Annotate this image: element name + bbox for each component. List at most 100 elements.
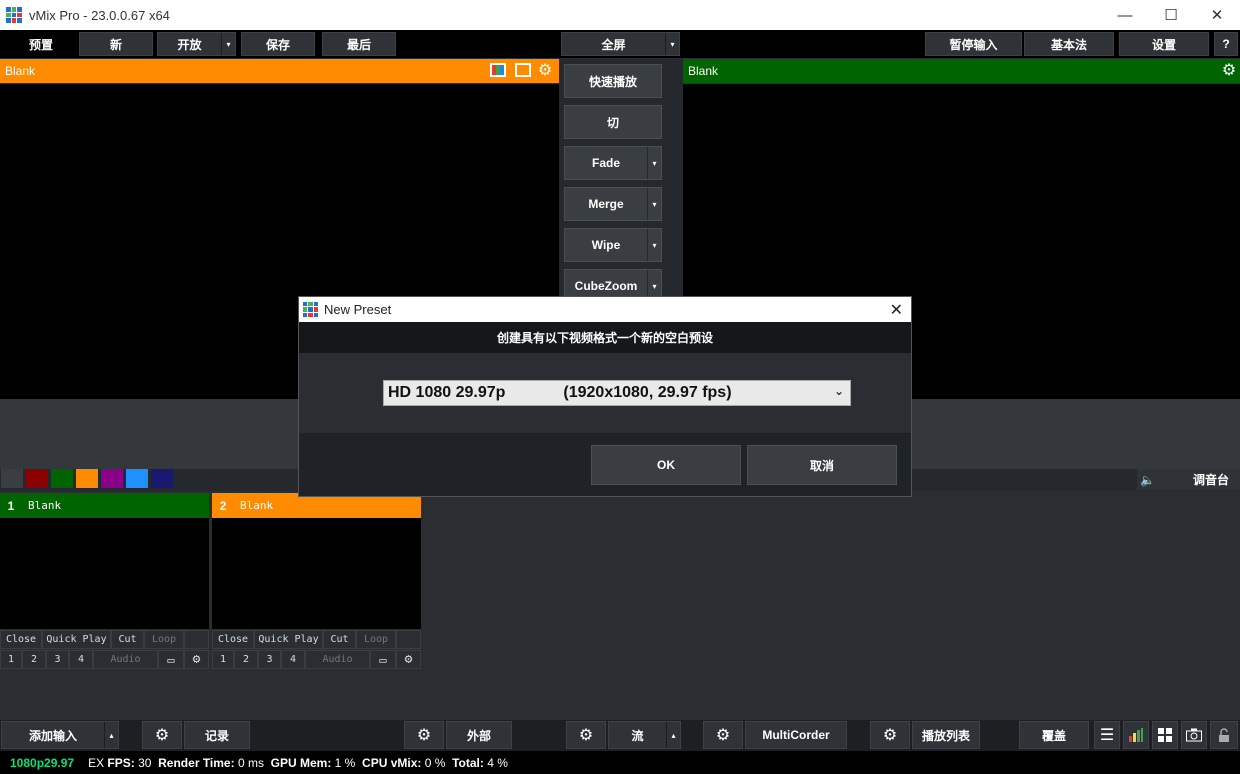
- cut-button[interactable]: 切: [564, 105, 662, 139]
- color-swatch[interactable]: [26, 469, 48, 488]
- fade-button[interactable]: Fade ▾: [564, 146, 662, 180]
- stream-settings-gear-icon[interactable]: ⚙: [566, 721, 606, 749]
- overlay-4-button[interactable]: 4: [69, 650, 93, 669]
- color-swatch[interactable]: [76, 469, 98, 488]
- save-button[interactable]: 保存: [241, 32, 315, 56]
- overlay-1-button[interactable]: 1: [0, 650, 22, 669]
- input-gear-icon[interactable]: ⚙: [184, 650, 209, 669]
- minimize-button[interactable]: —: [1102, 0, 1148, 30]
- cpu-label: CPU vMix:: [362, 755, 422, 770]
- input-loop-button[interactable]: Loop: [144, 630, 184, 649]
- audio-meter-icon[interactable]: [1123, 721, 1149, 749]
- fps-label: FPS:: [107, 755, 135, 770]
- color-swatch[interactable]: [51, 469, 73, 488]
- merge-label: Merge: [588, 197, 624, 211]
- overlay-3-button[interactable]: 3: [46, 650, 69, 669]
- basic-button[interactable]: 基本法: [1024, 32, 1114, 56]
- input-quick-play-button[interactable]: Quick Play: [254, 630, 323, 649]
- color-bars-icon[interactable]: [490, 63, 506, 77]
- cpu-value: 0 %: [424, 755, 446, 770]
- pause-input-button[interactable]: 暂停输入: [925, 32, 1022, 56]
- last-button[interactable]: 最后: [322, 32, 396, 56]
- new-button[interactable]: 新: [79, 32, 153, 56]
- external-button[interactable]: 外部: [446, 721, 512, 749]
- overlay-button[interactable]: 覆盖: [1019, 721, 1089, 749]
- merge-button[interactable]: Merge ▾: [564, 187, 662, 221]
- input-close-button[interactable]: Close: [0, 630, 42, 649]
- list-view-icon[interactable]: ☰: [1094, 721, 1120, 749]
- input-extra-slot[interactable]: [396, 630, 421, 649]
- help-button[interactable]: ?: [1214, 32, 1238, 56]
- record-button[interactable]: 记录: [184, 721, 250, 749]
- safe-area-icon[interactable]: [515, 63, 531, 77]
- overlay-1-button[interactable]: 1: [212, 650, 234, 669]
- input-loop-button[interactable]: Loop: [356, 630, 396, 649]
- video-format-select[interactable]: HD 1080 29.97p (1920x1080, 29.97 fps) ⌄: [383, 380, 851, 406]
- merge-dropdown-icon[interactable]: ▾: [647, 188, 661, 220]
- input-audio-button[interactable]: Audio: [93, 650, 158, 669]
- playlist-button[interactable]: 播放列表: [912, 721, 980, 749]
- add-input-dropdown-icon[interactable]: ▴: [104, 722, 118, 748]
- input-gear-icon[interactable]: ⚙: [396, 650, 421, 669]
- output-settings-gear-icon[interactable]: ⚙: [1221, 63, 1237, 79]
- open-dropdown-icon[interactable]: ▾: [221, 33, 235, 55]
- color-swatch[interactable]: [126, 469, 148, 488]
- fullscreen-dropdown-icon[interactable]: ▾: [665, 33, 679, 55]
- preset-menu-label[interactable]: 预置: [6, 32, 76, 56]
- dialog-close-icon[interactable]: ✕: [890, 300, 903, 320]
- record-settings-gear-icon[interactable]: ⚙: [142, 721, 182, 749]
- format-name: HD 1080 29.97p: [388, 384, 506, 401]
- monitor-icon[interactable]: ▭: [370, 650, 396, 669]
- overlay-2-button[interactable]: 2: [234, 650, 258, 669]
- multicorder-button[interactable]: MultiCorder: [745, 721, 847, 749]
- input-thumbnail[interactable]: [212, 518, 421, 629]
- external-settings-gear-icon[interactable]: ⚙: [404, 721, 444, 749]
- fullscreen-button[interactable]: 全屏 ▾: [561, 32, 680, 56]
- input-controls-row: Close Quick Play Cut Loop: [212, 630, 421, 649]
- total-label: Total:: [452, 755, 484, 770]
- lock-icon[interactable]: [1210, 721, 1238, 749]
- overlay-2-button[interactable]: 2: [22, 650, 46, 669]
- input-close-button[interactable]: Close: [212, 630, 254, 649]
- settings-button[interactable]: 设置: [1119, 32, 1209, 56]
- add-input-button[interactable]: 添加输入 ▴: [1, 721, 119, 749]
- multicorder-settings-gear-icon[interactable]: ⚙: [703, 721, 743, 749]
- input-audio-button[interactable]: Audio: [305, 650, 370, 669]
- input-extra-slot[interactable]: [184, 630, 209, 649]
- color-swatch[interactable]: [101, 469, 123, 488]
- playlist-settings-gear-icon[interactable]: ⚙: [870, 721, 910, 749]
- input-tile-2[interactable]: 2 Blank Close Quick Play Cut Loop 1 2 3 …: [212, 493, 421, 676]
- fade-dropdown-icon[interactable]: ▾: [647, 147, 661, 179]
- input-thumbnail[interactable]: [0, 518, 209, 629]
- status-ex: EX: [88, 755, 105, 770]
- color-swatch[interactable]: [1, 469, 23, 488]
- preview-settings-gear-icon[interactable]: ⚙: [537, 63, 553, 79]
- input-cut-button[interactable]: Cut: [323, 630, 356, 649]
- multiview-grid-icon[interactable]: [1152, 721, 1178, 749]
- close-window-button[interactable]: ✕: [1194, 0, 1240, 30]
- overlay-3-button[interactable]: 3: [258, 650, 281, 669]
- fps-value: 30: [138, 755, 152, 770]
- maximize-button[interactable]: ☐: [1148, 0, 1194, 30]
- format-detail: (1920x1080, 29.97 fps): [563, 384, 732, 401]
- cancel-button[interactable]: 取消: [747, 445, 897, 485]
- stream-button[interactable]: 流 ▴: [608, 721, 681, 749]
- overlay-4-button[interactable]: 4: [281, 650, 305, 669]
- input-quick-play-button[interactable]: Quick Play: [42, 630, 111, 649]
- monitor-icon[interactable]: ▭: [158, 650, 184, 669]
- stream-label: 流: [631, 728, 644, 743]
- ok-button[interactable]: OK: [591, 445, 741, 485]
- color-swatch[interactable]: [151, 469, 173, 488]
- wipe-dropdown-icon[interactable]: ▾: [647, 229, 661, 261]
- render-time-value: 0 ms: [237, 755, 264, 770]
- vmix-logo-icon: [303, 302, 318, 317]
- stream-dropdown-icon[interactable]: ▴: [666, 722, 680, 748]
- open-button[interactable]: 开放 ▾: [157, 32, 236, 56]
- input-cut-button[interactable]: Cut: [111, 630, 144, 649]
- open-button-label: 开放: [177, 37, 202, 52]
- quick-play-button[interactable]: 快速播放: [564, 64, 662, 98]
- audio-mixer-toggle[interactable]: 🔈 调音台: [1137, 469, 1240, 490]
- wipe-button[interactable]: Wipe ▾: [564, 228, 662, 262]
- input-tile-1[interactable]: 1 Blank Close Quick Play Cut Loop 1 2 3 …: [0, 493, 209, 676]
- snapshot-camera-icon[interactable]: [1181, 721, 1207, 749]
